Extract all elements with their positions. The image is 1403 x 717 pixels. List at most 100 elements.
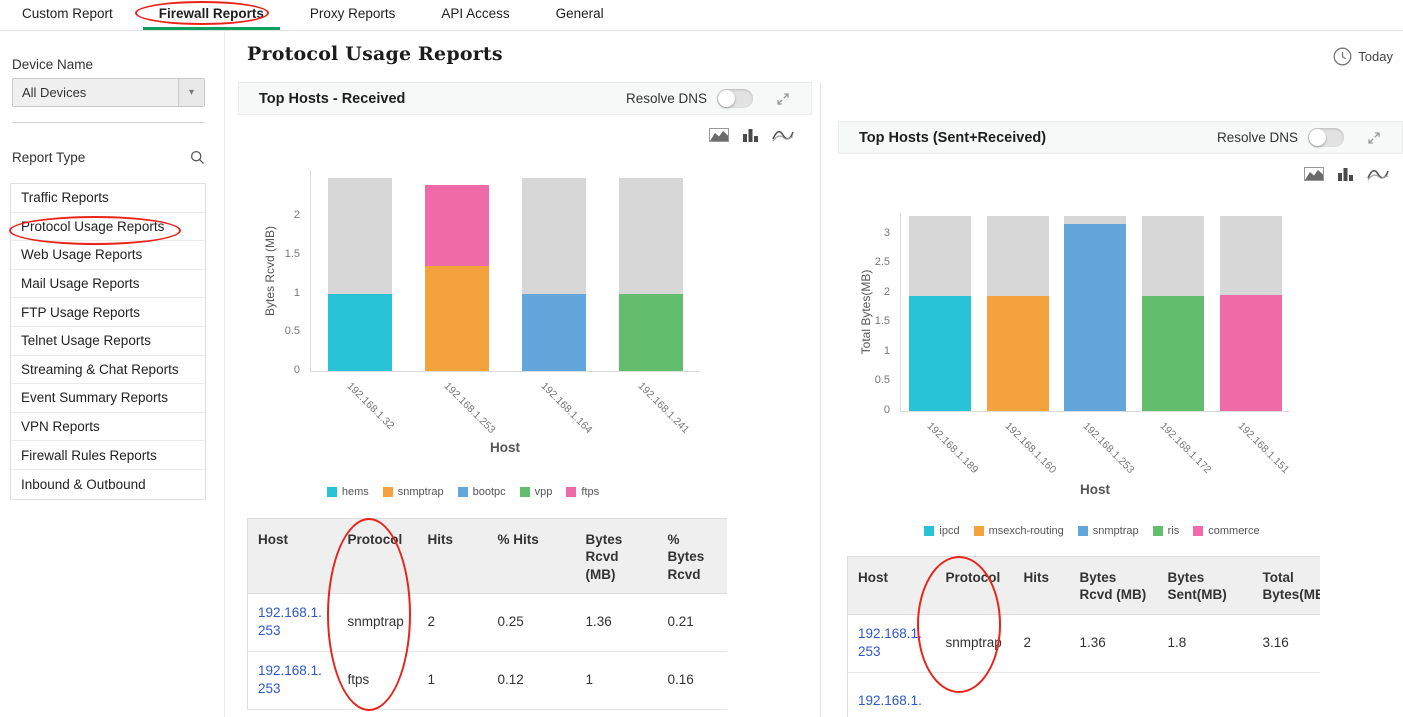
legend-swatch (1193, 526, 1204, 536)
tab-api-access[interactable]: API Access (425, 0, 525, 30)
chart-bar-192-168-1-151[interactable] (1220, 215, 1283, 411)
chevron-down-icon[interactable]: ▾ (178, 79, 204, 106)
sidebar-item-vpn-reports[interactable]: VPN Reports (11, 413, 205, 442)
legend-item-vpp[interactable]: vpp (519, 486, 552, 498)
column-header-hits: Hits (1013, 556, 1070, 615)
resolve-dns-label: Resolve DNS (1216, 130, 1298, 145)
legend-label: ris (1167, 525, 1180, 537)
table-cell: 192.168.1.253 (247, 651, 338, 710)
search-icon[interactable] (190, 150, 205, 165)
legend-item-commerce[interactable]: commerce (1193, 525, 1260, 537)
sidebar-item-mail-usage-reports[interactable]: Mail Usage Reports (11, 270, 205, 299)
area-chart-icon[interactable] (1304, 167, 1324, 181)
legend-item-snmptrap[interactable]: snmptrap (1077, 525, 1139, 537)
clock-icon (1333, 47, 1352, 66)
host-link[interactable]: 192.168.1. (858, 693, 922, 708)
table-cell: 3.16 (1252, 614, 1320, 673)
host-link[interactable]: 192.168.1.253 (258, 663, 322, 696)
column-header-bytes-rcvd-mb: Bytes Rcvd (MB) (575, 518, 658, 594)
sidebar-item-telnet-usage-reports[interactable]: Telnet Usage Reports (11, 327, 205, 356)
app-root: Custom Report Firewall Reports Proxy Repor… (0, 0, 1403, 717)
expand-icon[interactable] (777, 92, 789, 105)
table-cell: 1.36 (575, 593, 658, 652)
x-axis-label: 192.168.1.189 (924, 420, 981, 476)
page-title: Protocol Usage Reports (247, 43, 503, 65)
host-link[interactable]: 192.168.1.253 (258, 605, 322, 638)
column-header-hits: Hits (417, 518, 488, 594)
sidebar-item-protocol-usage-reports[interactable]: Protocol Usage Reports (11, 213, 205, 242)
legend-swatch (924, 526, 935, 536)
x-axis-label: 192.168.1.151 (1235, 420, 1292, 476)
legend-item-hems[interactable]: hems (326, 486, 369, 498)
line-chart-icon[interactable] (1367, 167, 1389, 181)
y-axis-tick: 3 (883, 226, 890, 239)
toggle-knob (1309, 129, 1326, 146)
bar-segment-snmptrap (1064, 224, 1127, 411)
bar-segment-ris (1142, 295, 1205, 411)
tab-custom-report[interactable]: Custom Report (6, 0, 129, 30)
chart-bar-192-168-1-164[interactable] (522, 177, 587, 371)
legend-item-snmptrap[interactable]: snmptrap (382, 486, 444, 498)
sidebar-item-ftp-usage-reports[interactable]: FTP Usage Reports (11, 298, 205, 327)
legend-item-ipcd[interactable]: ipcd (924, 525, 960, 537)
x-axis-label: 192.168.1.172 (1157, 420, 1214, 476)
table-cell: 0.12 (487, 651, 576, 710)
report-type-label: Report Type (12, 149, 86, 165)
legend-label: ftps (581, 486, 600, 498)
legend-item-ftps[interactable]: ftps (566, 486, 599, 498)
sidebar-item-firewall-rules-reports[interactable]: Firewall Rules Reports (11, 441, 205, 470)
chart-bar-192-168-1-241[interactable] (619, 177, 684, 371)
tab-proxy-reports[interactable]: Proxy Reports (294, 0, 412, 30)
bar-segment-ipcd (908, 295, 971, 411)
legend-label: ipcd (939, 525, 960, 537)
report-type-row: Report Type (12, 144, 205, 170)
sidebar-item-streaming-chat-reports[interactable]: Streaming & Chat Reports (11, 356, 205, 385)
resolve-dns-toggle[interactable] (717, 89, 753, 108)
sidebar-item-web-usage-reports[interactable]: Web Usage Reports (11, 241, 205, 270)
y-axis-tick: 0.5 (874, 374, 890, 387)
table-cell: 192.168.1.253 (847, 614, 936, 673)
bar-segment-other (522, 177, 587, 294)
legend-item-msexch-routing[interactable]: msexch-routing (973, 525, 1064, 537)
x-axis-labels: 192.168.1.189 192.168.1.160 192.168.1.253 1… (900, 414, 1292, 489)
table-row: 192.168.1. (847, 672, 1320, 717)
toggle-knob (718, 90, 735, 107)
legend-item-bootpc[interactable]: bootpc (457, 486, 506, 498)
y-axis-tick: 0 (293, 364, 300, 376)
area-chart-icon[interactable] (709, 128, 729, 142)
legend-label: msexch-routing (988, 525, 1064, 537)
bar-segment-other (986, 215, 1049, 296)
legend-swatch (566, 487, 577, 497)
chart-type-switcher (709, 128, 794, 142)
y-axis-tick: 1.5 (874, 315, 890, 328)
table-cell: 0.21 (657, 593, 727, 652)
bar-chart-icon[interactable] (1337, 167, 1354, 181)
legend-item-ris[interactable]: ris (1152, 525, 1180, 537)
bar-segment-other (1064, 215, 1127, 225)
y-axis-ticks: 0 0.5 1 1.5 2 2.5 3 (838, 213, 896, 416)
host-link[interactable]: 192.168.1.253 (858, 626, 922, 659)
chart-bar-192-168-1-189[interactable] (908, 215, 971, 411)
bar-segment-bootpc (522, 293, 587, 371)
table-cell (1157, 672, 1253, 717)
sidebar-item-inbound-outbound[interactable]: Inbound & Outbound (11, 470, 205, 499)
y-axis-tick: 1.5 (284, 248, 300, 261)
tab-firewall-reports[interactable]: Firewall Reports (142, 0, 280, 30)
line-chart-icon[interactable] (772, 128, 794, 142)
expand-icon[interactable] (1368, 131, 1380, 144)
chart-bar-192-168-1-172[interactable] (1142, 215, 1205, 411)
chart-bar-192-168-1-160[interactable] (986, 215, 1049, 411)
chart-bar-192-168-1-253[interactable] (424, 184, 489, 371)
bar-chart-icon[interactable] (742, 128, 759, 142)
tab-general[interactable]: General (540, 0, 620, 30)
chart-bar-192-168-1-253[interactable] (1064, 215, 1127, 411)
chart-bar-192-168-1-32[interactable] (327, 177, 392, 371)
device-select-value: All Devices (22, 85, 87, 100)
sidebar-item-traffic-reports[interactable]: Traffic Reports (11, 184, 205, 213)
y-axis-tick: 2 (883, 285, 890, 298)
resolve-dns-toggle[interactable] (1308, 128, 1344, 147)
bar-segment-ftps (424, 184, 489, 266)
device-select[interactable]: All Devices ▾ (12, 78, 205, 107)
time-period-selector[interactable]: Today (1333, 47, 1393, 66)
sidebar-item-event-summary-reports[interactable]: Event Summary Reports (11, 384, 205, 413)
